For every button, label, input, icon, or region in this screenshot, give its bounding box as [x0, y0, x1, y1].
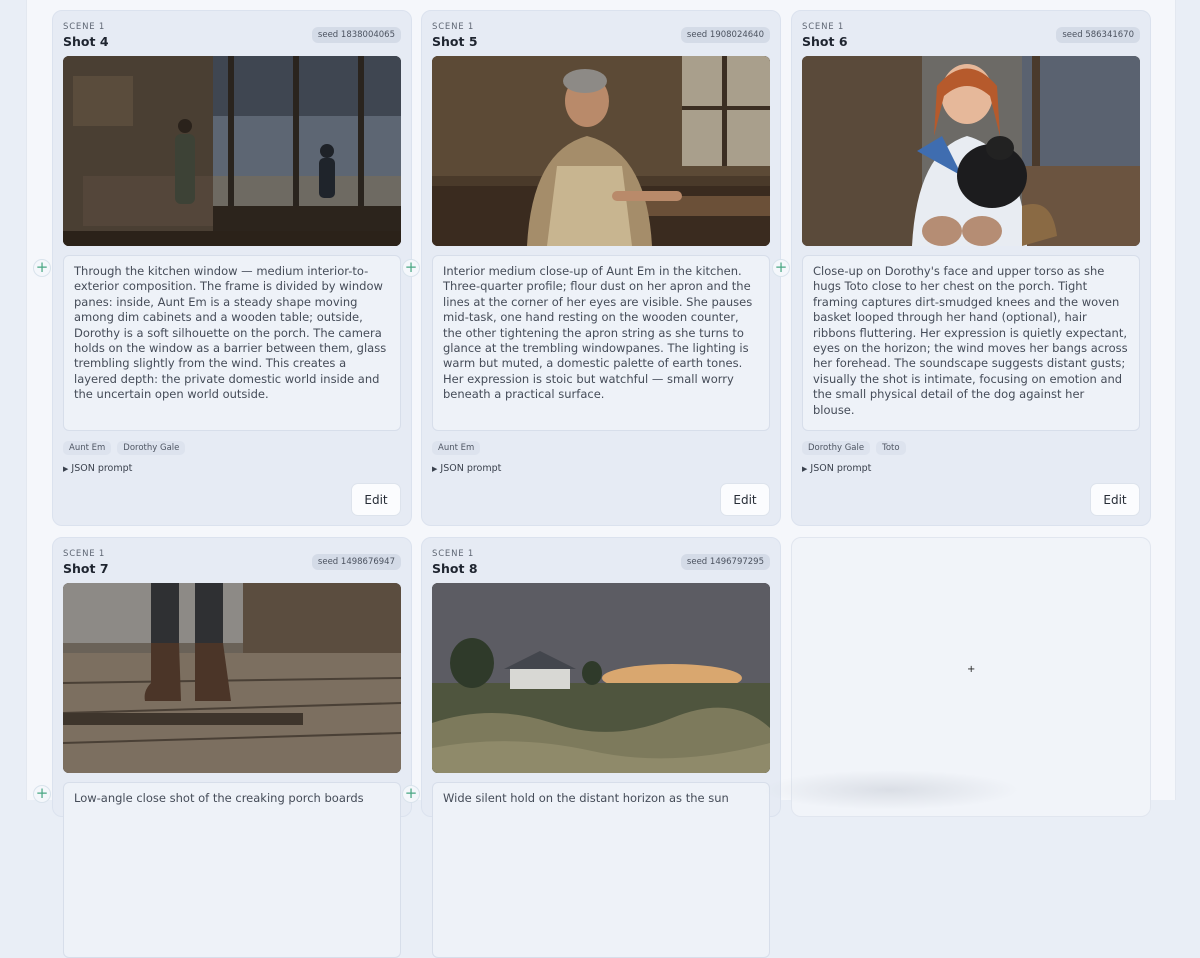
character-tag: Aunt Em: [432, 441, 481, 455]
farmhouse-horizon-icon: [432, 583, 770, 773]
shot-image[interactable]: [63, 583, 401, 773]
json-prompt-toggle[interactable]: ▶ JSON prompt: [802, 463, 871, 474]
shot-card: SCENE 1 Shot 8 seed 1496797295 Wide sile…: [421, 537, 781, 958]
edit-button[interactable]: Edit: [720, 483, 770, 516]
character-tag: Toto: [876, 441, 906, 455]
shot-description-field[interactable]: Wide silent hold on the distant horizon …: [432, 782, 770, 958]
seed-badge: seed 1496797295: [680, 554, 770, 570]
character-tag: Dorothy Gale: [802, 441, 871, 455]
add-shot-button[interactable]: +: [967, 664, 975, 675]
json-prompt-label: JSON prompt: [71, 463, 133, 474]
shot-title: Shot 6: [802, 34, 848, 49]
scroll-shadow: [760, 770, 1020, 810]
insert-shot-button[interactable]: +: [33, 785, 51, 803]
character-tags: Aunt Em: [432, 441, 481, 455]
insert-shot-button[interactable]: +: [33, 259, 51, 277]
shot-title: Shot 4: [63, 34, 109, 49]
edit-button[interactable]: Edit: [351, 483, 401, 516]
scene-label: SCENE 1: [63, 549, 106, 559]
shot-title: Shot 5: [432, 34, 478, 49]
seed-badge: seed 1838004065: [311, 27, 401, 43]
disclosure-triangle-icon: ▶: [432, 465, 438, 473]
shot-description-field[interactable]: Close-up on Dorothy's face and upper tor…: [802, 255, 1140, 431]
shot-card: SCENE 1 Shot 6 seed 586341670 Close-up o…: [791, 10, 1151, 526]
dorothy-with-toto-icon: [802, 56, 1140, 246]
shot-title: Shot 8: [432, 561, 478, 576]
seed-badge: seed 1498676947: [311, 554, 401, 570]
shot-description-field[interactable]: Through the kitchen window — medium inte…: [63, 255, 401, 431]
boots-on-porch-icon: [63, 583, 401, 773]
insert-shot-button[interactable]: +: [402, 259, 420, 277]
character-tags: Dorothy Gale Toto: [802, 441, 906, 455]
character-tag: Dorothy Gale: [117, 441, 186, 455]
insert-shot-button[interactable]: +: [772, 259, 790, 277]
json-prompt-label: JSON prompt: [440, 463, 502, 474]
disclosure-triangle-icon: ▶: [63, 465, 69, 473]
edit-button[interactable]: Edit: [1090, 483, 1140, 516]
shot-title: Shot 7: [63, 561, 109, 576]
seed-badge: seed 1908024640: [680, 27, 770, 43]
shot-card: SCENE 1 Shot 5 seed 1908024640 Interior …: [421, 10, 781, 526]
scene-label: SCENE 1: [432, 549, 475, 559]
disclosure-triangle-icon: ▶: [802, 465, 808, 473]
scene-label: SCENE 1: [63, 22, 106, 32]
shot-image[interactable]: [802, 56, 1140, 246]
aunt-em-portrait-icon: [432, 56, 770, 246]
insert-shot-button[interactable]: +: [402, 785, 420, 803]
shot-card: SCENE 1 Shot 4 seed 1838004065 Through t…: [52, 10, 412, 526]
scene-label: SCENE 1: [802, 22, 845, 32]
scene-label: SCENE 1: [432, 22, 475, 32]
character-tags: Aunt Em Dorothy Gale: [63, 441, 186, 455]
kitchen-window-scene-icon: [63, 56, 401, 246]
shot-card: SCENE 1 Shot 7 seed 1498676947 Low-angle…: [52, 537, 412, 958]
character-tag: Aunt Em: [63, 441, 112, 455]
shot-image[interactable]: [63, 56, 401, 246]
shot-description-field[interactable]: Low-angle close shot of the creaking por…: [63, 782, 401, 958]
json-prompt-toggle[interactable]: ▶ JSON prompt: [432, 463, 501, 474]
shot-image[interactable]: [432, 56, 770, 246]
json-prompt-toggle[interactable]: ▶ JSON prompt: [63, 463, 132, 474]
seed-badge: seed 586341670: [1056, 27, 1140, 43]
shot-image[interactable]: [432, 583, 770, 773]
json-prompt-label: JSON prompt: [810, 463, 872, 474]
shot-description-field[interactable]: Interior medium close-up of Aunt Em in t…: [432, 255, 770, 431]
